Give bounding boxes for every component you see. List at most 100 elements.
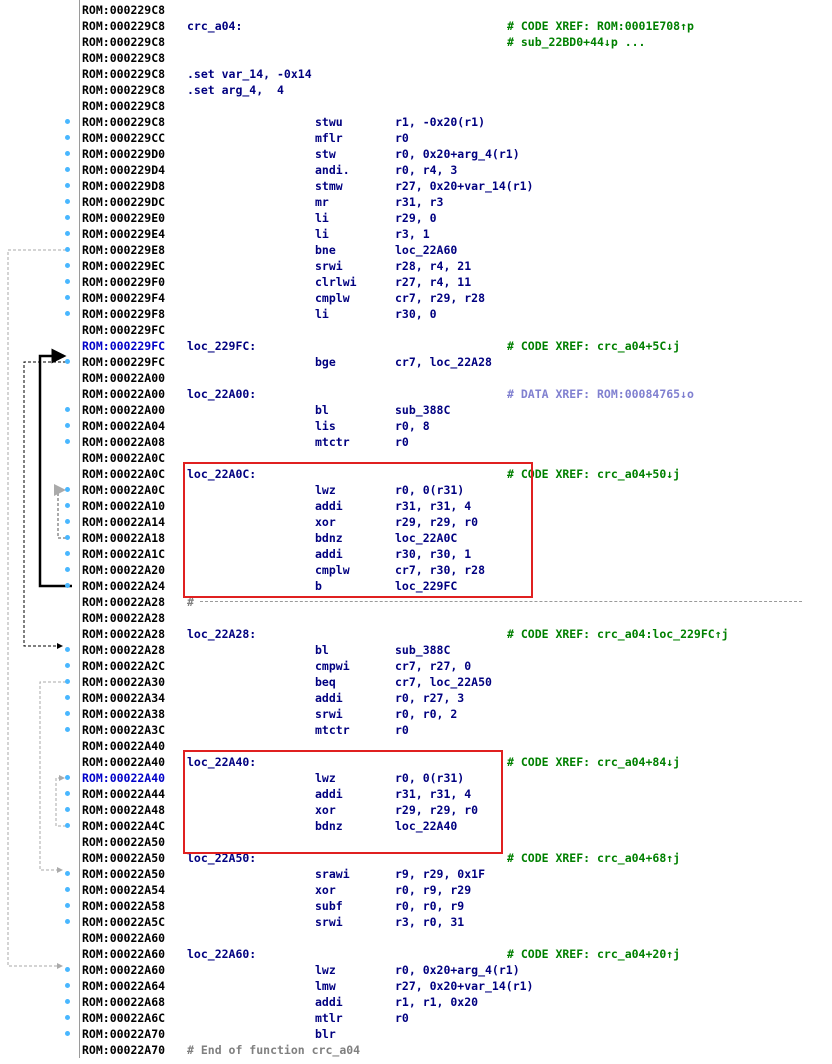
address[interactable]: ROM:00022A14 (82, 514, 165, 530)
mnemonic[interactable]: srawi (315, 866, 350, 882)
operands[interactable]: r27, 0x20+var_14(r1) (395, 178, 533, 194)
address[interactable]: ROM:000229C8 (82, 50, 165, 66)
breakpoint-dot-icon[interactable] (65, 903, 70, 908)
address[interactable]: ROM:00022A3C (82, 722, 165, 738)
breakpoint-dot-icon[interactable] (65, 247, 70, 252)
address[interactable]: ROM:00022A04 (82, 418, 165, 434)
operands[interactable]: cr7, loc_22A28 (395, 354, 492, 370)
operands[interactable]: r27, 0x20+var_14(r1) (395, 978, 533, 994)
listing-line[interactable]: ROM:00022A64 lmw r27, 0x20+var_14(r1) (0, 978, 832, 994)
listing-line[interactable]: ROM:000229EC srwi r28, r4, 21 (0, 258, 832, 274)
address[interactable]: ROM:00022A60 (82, 962, 165, 978)
breakpoint-dot-icon[interactable] (65, 583, 70, 588)
mnemonic[interactable]: mr (315, 194, 329, 210)
address[interactable]: ROM:00022A60 (82, 930, 165, 946)
address[interactable]: ROM:00022A20 (82, 562, 165, 578)
address[interactable]: ROM:00022A1C (82, 546, 165, 562)
mnemonic[interactable]: mflr (315, 130, 343, 146)
address[interactable]: ROM:00022A10 (82, 498, 165, 514)
mnemonic[interactable]: bge (315, 354, 336, 370)
address[interactable]: ROM:00022A44 (82, 786, 165, 802)
breakpoint-dot-icon[interactable] (65, 359, 70, 364)
label[interactable]: loc_229FC: (187, 338, 256, 354)
breakpoint-dot-icon[interactable] (65, 295, 70, 300)
operands[interactable]: r1, -0x20(r1) (395, 114, 485, 130)
listing-line[interactable]: ROM:000229FC loc_229FC: # CODE XREF: crc_a… (0, 338, 832, 354)
listing-line[interactable]: ROM:00022A00 (0, 370, 832, 386)
mnemonic[interactable]: lmw (315, 978, 336, 994)
listing-line[interactable]: ROM:000229D8 stmw r27, 0x20+var_14(r1) (0, 178, 832, 194)
mnemonic[interactable]: lwz (315, 962, 336, 978)
address[interactable]: ROM:000229F8 (82, 306, 165, 322)
breakpoint-dot-icon[interactable] (65, 695, 70, 700)
listing-line[interactable]: ROM:000229FC bge cr7, loc_22A28 (0, 354, 832, 370)
listing-line[interactable]: ROM:000229F4 cmplw cr7, r29, r28 (0, 290, 832, 306)
address[interactable]: ROM:00022A70 (82, 1026, 165, 1042)
mnemonic[interactable]: cmpwi (315, 658, 350, 674)
xref-comment[interactable]: # CODE XREF: crc_a04+20↑j (507, 946, 680, 962)
mnemonic[interactable]: srwi (315, 258, 343, 274)
breakpoint-dot-icon[interactable] (65, 807, 70, 812)
breakpoint-dot-icon[interactable] (65, 791, 70, 796)
address[interactable]: ROM:000229C8 (82, 18, 165, 34)
operands[interactable]: r31, r3 (395, 194, 443, 210)
listing-line[interactable]: ROM:00022A68 addi r1, r1, 0x20 (0, 994, 832, 1010)
address[interactable]: ROM:00022A28 (82, 594, 165, 610)
operands[interactable]: r0, r4, 3 (395, 162, 457, 178)
listing-line[interactable]: ROM:00022A54 xor r0, r9, r29 (0, 882, 832, 898)
listing-line[interactable]: ROM:000229CC mflr r0 (0, 130, 832, 146)
address[interactable]: ROM:00022A00 (82, 402, 165, 418)
address[interactable]: ROM:000229E0 (82, 210, 165, 226)
listing-line[interactable]: ROM:00022A34 addi r0, r27, 3 (0, 690, 832, 706)
mnemonic[interactable]: li (315, 226, 329, 242)
address[interactable]: ROM:000229FC (82, 322, 165, 338)
listing-line[interactable]: ROM:00022A50 srawi r9, r29, 0x1F (0, 866, 832, 882)
breakpoint-dot-icon[interactable] (65, 535, 70, 540)
breakpoint-dot-icon[interactable] (65, 679, 70, 684)
address[interactable]: ROM:000229C8 (82, 114, 165, 130)
mnemonic[interactable]: beq (315, 674, 336, 690)
mnemonic[interactable]: bl (315, 402, 329, 418)
address[interactable]: ROM:00022A00 (82, 370, 165, 386)
listing-line[interactable]: ROM:00022A30 beq cr7, loc_22A50 (0, 674, 832, 690)
listing-line[interactable]: ROM:000229D0 stw r0, 0x20+arg_4(r1) (0, 146, 832, 162)
breakpoint-dot-icon[interactable] (65, 487, 70, 492)
breakpoint-dot-icon[interactable] (65, 711, 70, 716)
listing-line[interactable]: ROM:00022A3C mtctr r0 (0, 722, 832, 738)
breakpoint-dot-icon[interactable] (65, 199, 70, 204)
address[interactable]: ROM:00022A4C (82, 818, 165, 834)
mnemonic[interactable]: blr (315, 1026, 336, 1042)
listing-line[interactable]: ROM:000229E0 li r29, 0 (0, 210, 832, 226)
address[interactable]: ROM:000229D4 (82, 162, 165, 178)
address[interactable]: ROM:000229EC (82, 258, 165, 274)
address[interactable]: ROM:000229FC (82, 354, 165, 370)
breakpoint-dot-icon[interactable] (65, 647, 70, 652)
address[interactable]: ROM:00022A28 (82, 626, 165, 642)
listing-line[interactable]: ROM:00022A6C mtlr r0 (0, 1010, 832, 1026)
listing-line[interactable]: ROM:00022A00 bl sub_388C (0, 402, 832, 418)
operands[interactable]: r3, r0, 31 (395, 914, 464, 930)
address[interactable]: ROM:000229E4 (82, 226, 165, 242)
mnemonic[interactable]: li (315, 306, 329, 322)
mnemonic[interactable]: mtctr (315, 722, 350, 738)
breakpoint-dot-icon[interactable] (65, 775, 70, 780)
mnemonic[interactable]: mtlr (315, 1010, 343, 1026)
xref-comment[interactable]: # sub_22BD0+44↓p ... (507, 34, 645, 50)
breakpoint-dot-icon[interactable] (65, 215, 70, 220)
address[interactable]: ROM:000229C8 (82, 98, 165, 114)
breakpoint-dot-icon[interactable] (65, 311, 70, 316)
address[interactable]: ROM:00022A5C (82, 914, 165, 930)
address[interactable]: ROM:00022A50 (82, 834, 165, 850)
breakpoint-dot-icon[interactable] (65, 407, 70, 412)
mnemonic[interactable]: addi (315, 994, 343, 1010)
breakpoint-dot-icon[interactable] (65, 183, 70, 188)
label[interactable]: loc_22A00: (187, 386, 256, 402)
address[interactable]: ROM:000229F0 (82, 274, 165, 290)
listing-line[interactable]: ROM:000229C8 .set arg_4, 4 (0, 82, 832, 98)
address[interactable]: ROM:000229D8 (82, 178, 165, 194)
operands[interactable]: r29, 0 (395, 210, 437, 226)
mnemonic[interactable]: stmw (315, 178, 343, 194)
breakpoint-dot-icon[interactable] (65, 423, 70, 428)
breakpoint-dot-icon[interactable] (65, 567, 70, 572)
address[interactable]: ROM:000229C8 (82, 34, 165, 50)
